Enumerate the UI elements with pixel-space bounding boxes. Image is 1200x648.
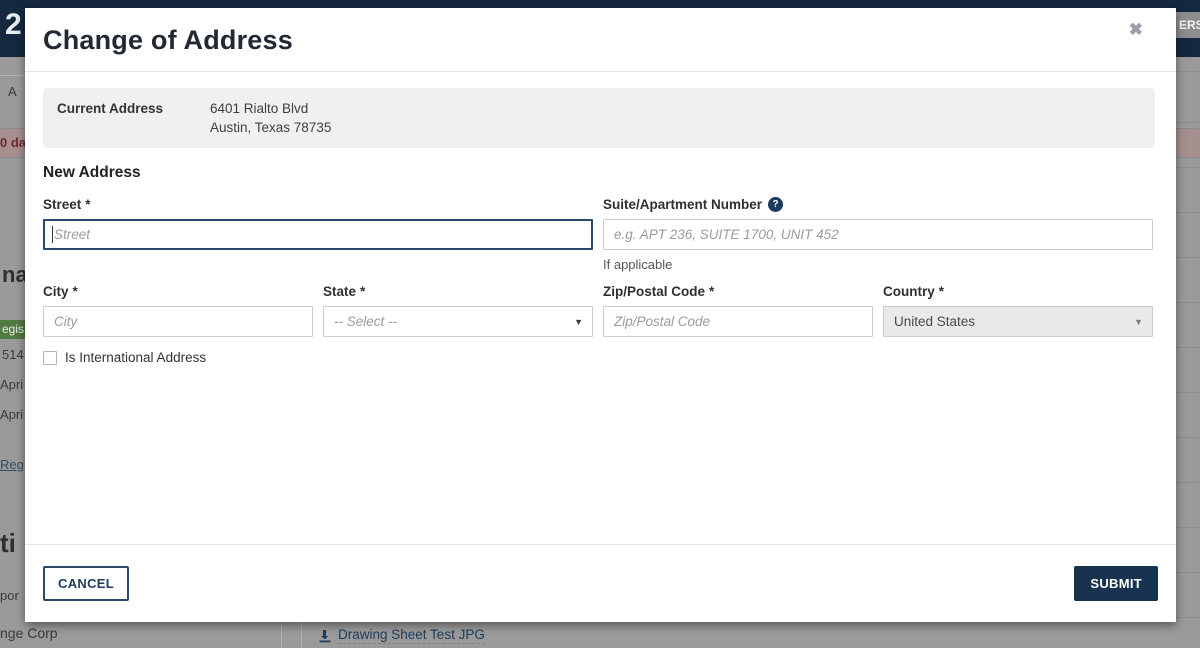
divider (0, 75, 25, 76)
street-input[interactable] (43, 219, 593, 250)
background-alert-bar: 0 da (0, 128, 25, 158)
zip-field-group: Zip/Postal Code* (603, 284, 873, 337)
form-row-street-suite: Street* Suite/Apartment Number ? If appl… (43, 197, 1158, 272)
attachment-link-drawing-sheet: Drawing Sheet Test JPG (318, 627, 485, 644)
text-caret (52, 226, 53, 243)
current-address-panel: Current Address 6401 Rialto Blvd Austin,… (43, 88, 1155, 148)
background-heading-fragment: ti (0, 528, 16, 559)
city-field-group: City* (43, 284, 313, 337)
suite-field-group: Suite/Apartment Number ? If applicable (603, 197, 1153, 272)
country-label: Country* (883, 284, 1153, 299)
background-text-fragment: por (0, 588, 19, 603)
chevron-down-icon: ▼ (574, 307, 583, 337)
dialog-body: Current Address 6401 Rialto Blvd Austin,… (25, 72, 1176, 544)
dialog-header: Change of Address ✖ (25, 8, 1176, 72)
attachment-link-label: Drawing Sheet Test JPG (338, 627, 485, 644)
background-text-fragment: 514 (2, 347, 24, 362)
state-label: State* (323, 284, 593, 299)
background-page-bottom-strip (25, 622, 1200, 648)
required-asterisk: * (709, 284, 714, 299)
state-select[interactable]: -- Select -- ▼ (323, 306, 593, 337)
new-address-section-title: New Address (43, 164, 1158, 182)
country-select-value: United States (894, 314, 975, 329)
current-address-line1: 6401 Rialto Blvd (210, 99, 331, 118)
status-badge-registered-fragment: egis (0, 320, 27, 339)
form-row-city-state-zip-country: City* State* -- Select -- ▼ Zip/Postal C… (43, 284, 1158, 337)
zip-label: Zip/Postal Code* (603, 284, 873, 299)
divider (281, 622, 282, 648)
street-input-wrap (43, 219, 593, 250)
country-select[interactable]: United States ▼ (883, 306, 1153, 337)
international-address-checkbox[interactable] (43, 351, 57, 365)
background-alert-bar-right (1176, 128, 1200, 158)
zip-input[interactable] (603, 306, 873, 337)
international-address-row: Is International Address (43, 350, 1158, 365)
change-of-address-dialog: Change of Address ✖ Current Address 6401… (25, 8, 1176, 622)
current-address-line2: Austin, Texas 78735 (210, 118, 331, 137)
required-asterisk: * (360, 284, 365, 299)
required-asterisk: * (73, 284, 78, 299)
suite-input[interactable] (603, 219, 1153, 250)
background-heading-fragment: na (2, 262, 28, 288)
required-asterisk: * (85, 197, 90, 212)
street-label: Street* (43, 197, 593, 212)
dialog-footer: CANCEL SUBMIT (25, 544, 1176, 622)
international-address-label: Is International Address (65, 350, 206, 365)
background-text-fragment: nge Corp (0, 625, 58, 641)
required-asterisk: * (939, 284, 944, 299)
background-date-fragment: Apri (0, 407, 23, 422)
close-icon[interactable]: ✖ (1129, 19, 1143, 41)
nav-item-users-fragment: ERS (1176, 12, 1200, 38)
app-logo: 2 (5, 8, 22, 42)
cancel-button[interactable]: CANCEL (43, 566, 129, 601)
download-icon (318, 629, 332, 643)
state-field-group: State* -- Select -- ▼ (323, 284, 593, 337)
dialog-title: Change of Address (43, 25, 1158, 56)
background-link-fragment: Reg (0, 457, 24, 472)
state-select-value: -- Select -- (334, 314, 397, 329)
chevron-down-icon: ▼ (1134, 307, 1143, 337)
current-address-value: 6401 Rialto Blvd Austin, Texas 78735 (210, 99, 331, 137)
help-icon[interactable]: ? (768, 197, 783, 212)
background-text-fragment: A (8, 84, 17, 99)
divider (301, 622, 302, 648)
city-input[interactable] (43, 306, 313, 337)
suite-label: Suite/Apartment Number ? (603, 197, 1153, 212)
street-field-group: Street* (43, 197, 593, 272)
suite-hint: If applicable (603, 257, 1153, 272)
current-address-label: Current Address (57, 99, 210, 137)
city-label: City* (43, 284, 313, 299)
background-date-fragment: Apri (0, 377, 23, 392)
submit-button[interactable]: SUBMIT (1074, 566, 1158, 601)
country-field-group: Country* United States ▼ (883, 284, 1153, 337)
